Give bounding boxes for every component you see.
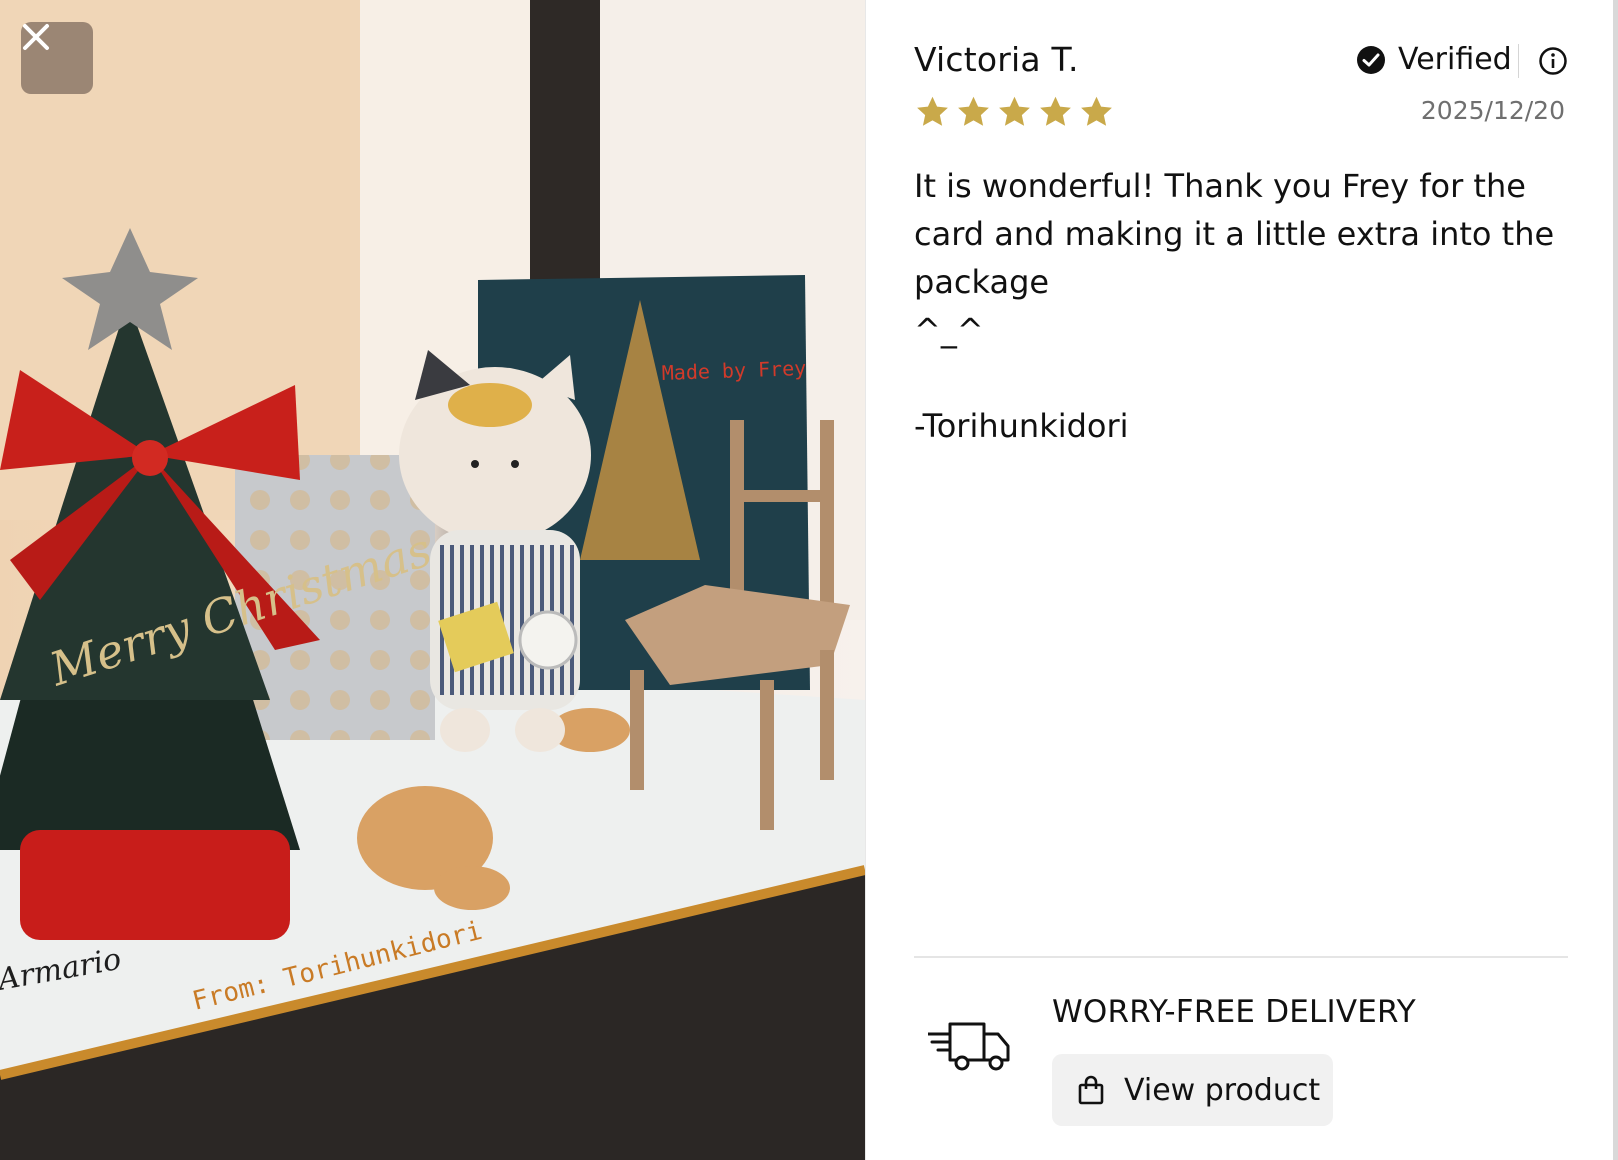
review-text: It is wonderful! Thank you Frey for the … xyxy=(914,167,1555,445)
view-product-button[interactable]: View product xyxy=(1052,1054,1333,1126)
star-icon xyxy=(917,96,948,126)
verified-label: Verified xyxy=(1398,42,1512,77)
card-text: Made by Frey xyxy=(661,356,806,385)
delivery-truck-icon xyxy=(928,1022,1010,1071)
reviewer-name: Victoria T. xyxy=(914,40,1079,79)
star-icon xyxy=(1040,96,1071,126)
delivery-title: WORRY-FREE DELIVERY xyxy=(1052,994,1416,1030)
view-product-label: View product xyxy=(1124,1072,1321,1108)
review-photo: Made by Frey Merry Christmas From: Torih… xyxy=(0,0,865,1160)
close-icon xyxy=(23,24,49,50)
star-icon xyxy=(1081,96,1112,126)
star-rating xyxy=(914,94,1115,130)
star-icon xyxy=(958,96,989,126)
info-button[interactable] xyxy=(1538,46,1568,76)
header-divider xyxy=(1518,44,1519,78)
star-icon xyxy=(999,96,1030,126)
review-date: 2025/12/20 xyxy=(1420,96,1565,125)
section-divider xyxy=(914,956,1568,958)
shopping-bag-icon xyxy=(1078,1075,1104,1105)
verified-badge: Verified xyxy=(1356,42,1512,77)
check-circle-icon xyxy=(1357,45,1385,74)
close-button[interactable] xyxy=(21,22,93,94)
review-panel: Victoria T. Verified 2025/12/20 It is wo… xyxy=(865,0,1618,1160)
info-icon xyxy=(1539,47,1567,75)
scrollbar-track[interactable] xyxy=(1613,0,1618,1160)
photo-illustration: Made by Frey Merry Christmas From: Torih… xyxy=(0,0,865,1160)
